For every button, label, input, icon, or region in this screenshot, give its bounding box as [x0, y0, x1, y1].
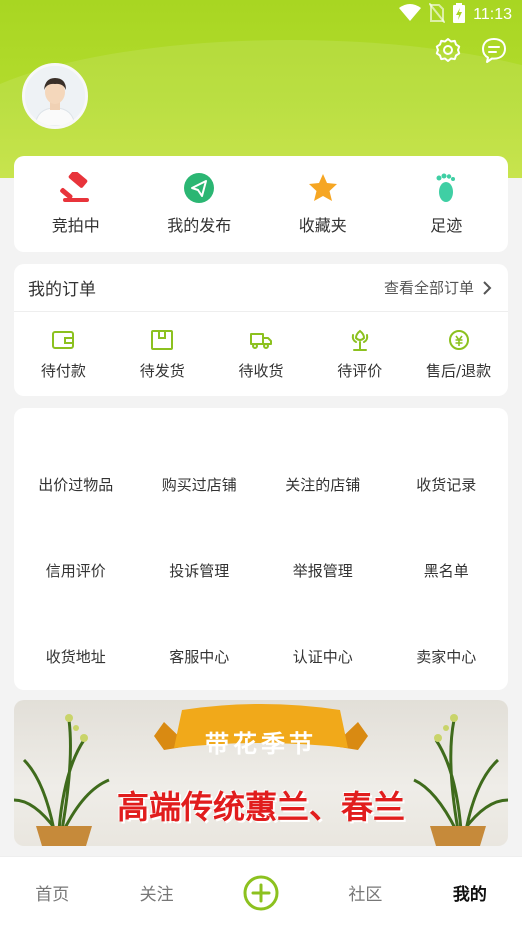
flower-review-icon — [351, 329, 368, 351]
auction-hammer-icon — [59, 172, 89, 202]
service-verification[interactable]: 认证中心 — [261, 646, 385, 667]
service-complaints[interactable]: 投诉管理 — [138, 560, 262, 581]
banner-headline: 高端传统蕙兰、春兰 — [116, 788, 405, 826]
truck-icon — [249, 332, 272, 349]
order-status-pending-review[interactable]: 待评价 — [310, 312, 409, 396]
battery-charging-icon — [453, 3, 466, 27]
footprint-icon — [436, 173, 456, 202]
settings-icon[interactable] — [434, 36, 462, 64]
service-shipping-address[interactable]: 收货地址 — [14, 646, 138, 667]
orders-card: 我的订单 查看全部订单 待付款 待发货 待收货 待评价 售后/退款 — [14, 264, 508, 396]
promo-banner[interactable]: 带花季节 高端传统蕙兰、春兰 — [14, 700, 508, 846]
service-credit-rating[interactable]: 信用评价 — [14, 560, 138, 581]
service-followed-shops[interactable]: 关注的店铺 — [261, 474, 385, 495]
plus-circle-icon — [243, 875, 279, 910]
tab-mine[interactable]: 我的 — [418, 880, 522, 905]
order-status-pending-shipment[interactable]: 待发货 — [113, 312, 212, 396]
quick-action-my-posts[interactable]: 我的发布 — [138, 156, 262, 252]
service-purchased-shops[interactable]: 购买过店铺 — [138, 474, 262, 495]
package-icon — [151, 329, 174, 350]
status-time: 11:13 — [473, 6, 512, 23]
service-receipt-records[interactable]: 收货记录 — [385, 474, 509, 495]
paper-plane-icon — [184, 173, 215, 203]
refund-icon — [448, 329, 469, 350]
tab-publish[interactable] — [209, 875, 313, 911]
service-blacklist[interactable]: 黑名单 — [385, 560, 509, 581]
order-status-label: 待发货 — [139, 361, 185, 380]
header-actions — [434, 36, 508, 64]
order-status-label: 待评价 — [337, 361, 383, 380]
status-bar: 11:13 — [0, 0, 522, 30]
chevron-right-icon — [483, 280, 492, 295]
user-avatar[interactable] — [22, 63, 88, 129]
view-all-orders-link[interactable]: 查看全部订单 — [384, 277, 492, 298]
services-row: 收货地址 客服中心 认证中心 卖家中心 — [14, 624, 508, 710]
bottom-tab-bar: 首页 关注 社区 我的 — [0, 856, 522, 928]
quick-action-label: 足迹 — [430, 216, 463, 235]
order-status-label: 待收货 — [238, 361, 284, 380]
tab-home[interactable]: 首页 — [0, 880, 104, 905]
wifi-icon — [399, 4, 422, 26]
service-customer-service[interactable]: 客服中心 — [138, 646, 262, 667]
message-icon[interactable] — [480, 36, 508, 64]
order-status-row: 待付款 待发货 待收货 待评价 售后/退款 — [14, 312, 508, 396]
services-grid-card: 出价过物品 购买过店铺 关注的店铺 收货记录 信用评价 投诉管理 举报管理 黑名… — [14, 408, 508, 690]
quick-action-favorites[interactable]: 收藏夹 — [261, 156, 385, 252]
order-status-label: 待付款 — [40, 361, 86, 380]
view-all-orders-label: 查看全部订单 — [383, 279, 474, 297]
tab-following[interactable]: 关注 — [104, 880, 208, 905]
order-status-after-sales[interactable]: 售后/退款 — [409, 312, 508, 396]
services-row: 信用评价 投诉管理 举报管理 黑名单 — [14, 538, 508, 624]
orders-header: 我的订单 查看全部订单 — [14, 264, 508, 312]
star-icon — [308, 174, 337, 201]
quick-action-footprints[interactable]: 足迹 — [385, 156, 509, 252]
quick-action-label: 收藏夹 — [298, 216, 347, 235]
wallet-icon — [52, 330, 75, 349]
quick-action-label: 竞拍中 — [51, 216, 100, 235]
quick-action-auction[interactable]: 竞拍中 — [14, 156, 138, 252]
quick-action-label: 我的发布 — [167, 216, 232, 235]
service-seller-center[interactable]: 卖家中心 — [385, 646, 509, 667]
orders-title: 我的订单 — [28, 280, 96, 300]
service-reports[interactable]: 举报管理 — [261, 560, 385, 581]
order-status-pending-payment[interactable]: 待付款 — [14, 312, 113, 396]
tab-community[interactable]: 社区 — [313, 880, 417, 905]
order-status-pending-receipt[interactable]: 待收货 — [212, 312, 311, 396]
service-bid-items[interactable]: 出价过物品 — [14, 474, 138, 495]
banner-ribbon-text: 带花季节 — [205, 730, 317, 758]
no-sim-icon — [428, 2, 446, 27]
quick-actions-card: 竞拍中 我的发布 收藏夹 足迹 — [14, 156, 508, 252]
services-row: 出价过物品 购买过店铺 关注的店铺 收货记录 — [14, 452, 508, 538]
order-status-label: 售后/退款 — [426, 361, 492, 380]
